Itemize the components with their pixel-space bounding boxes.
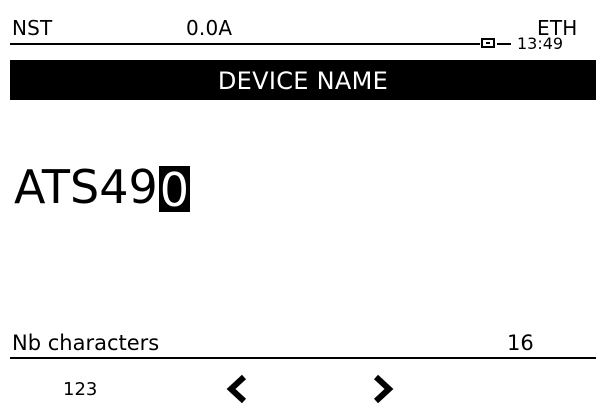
mode-indicator: NST [12, 16, 53, 40]
status-divider-right [497, 43, 511, 45]
chevron-left-icon[interactable] [224, 374, 250, 404]
clock-time: 13:49 [517, 34, 564, 53]
device-name-text: ATS49 [14, 160, 158, 214]
nb-characters-label: Nb characters [12, 331, 160, 355]
row-divider [10, 357, 596, 359]
numeric-mode-softkey[interactable]: 123 [63, 380, 97, 400]
current-reading: 0.0A [186, 16, 233, 40]
battery-icon [481, 38, 495, 48]
device-name-field[interactable]: ATS49 0 [14, 152, 191, 214]
status-divider-left [10, 43, 480, 45]
nb-characters-value: 16 [507, 331, 534, 355]
edit-cursor-char[interactable]: 0 [158, 166, 191, 214]
page-title: DEVICE NAME [217, 67, 389, 95]
title-bar: DEVICE NAME [10, 60, 596, 100]
chevron-right-icon[interactable] [370, 374, 396, 404]
